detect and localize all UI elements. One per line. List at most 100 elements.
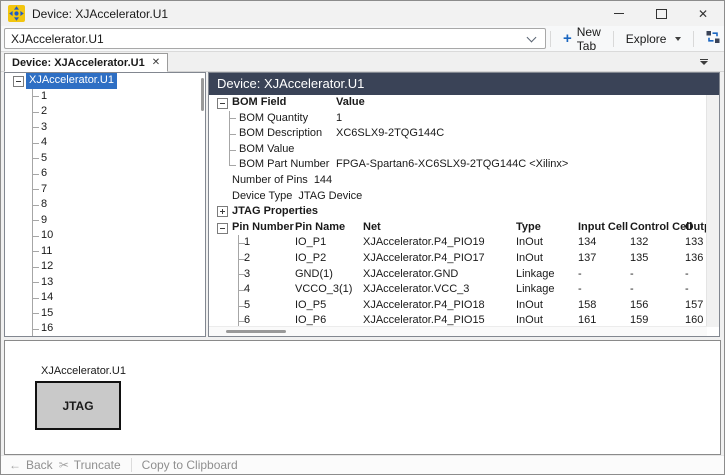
tree-item-pin-3[interactable]: 3 — [5, 119, 205, 136]
address-value: XJAccelerator.U1 — [11, 31, 104, 46]
expander-minus-icon[interactable] — [217, 222, 228, 234]
pin-row[interactable]: 5 IO_P5 XJAccelerator.P4_PIO18 InOut 158 156 1… — [209, 297, 707, 314]
pin-cell: 137 — [578, 251, 597, 264]
bom-row[interactable]: BOM Description XC6SLX9-2TQG144C — [209, 126, 707, 142]
pin-cell: IO_P5 — [295, 298, 327, 311]
status-bar: ← Back ✂ Truncate Copy to Clipboard — [1, 455, 724, 474]
tab-device[interactable]: Device: XJAccelerator.U1 ✕ — [4, 53, 169, 72]
tree-item-label: 10 — [41, 229, 54, 241]
jtag-device-box[interactable]: JTAG — [35, 381, 121, 430]
detail-vertical-scrollbar[interactable] — [706, 95, 719, 327]
back-button[interactable]: ← Back — [9, 458, 53, 472]
tree-item-pin-13[interactable]: 13 — [5, 274, 205, 291]
property-value: 144 — [313, 173, 333, 186]
pin-row[interactable]: 3 GND(1) XJAccelerator.GND Linkage - - - — [209, 266, 707, 283]
detail-horizontal-scrollbar[interactable] — [209, 326, 707, 336]
bom-field-label: BOM Value — [239, 142, 295, 155]
pin-cell: GND(1) — [295, 267, 333, 280]
pin-cell: VCCO_3(1) — [295, 283, 353, 296]
minimize-button[interactable] — [598, 1, 640, 26]
tree-item-pin-11[interactable]: 11 — [5, 243, 205, 260]
pin-cell: 132 — [630, 236, 649, 249]
tree-item-label: 12 — [41, 260, 54, 272]
bom-field-value: FPGA-Spartan6-XC6SLX9-2TQG144C <Xilinx> — [336, 158, 569, 171]
property-row[interactable]: Device Type JTAG Device — [209, 189, 707, 205]
tree-item-pin-14[interactable]: 14 — [5, 290, 205, 306]
toolbar-separator — [693, 30, 695, 47]
tree-item-pin-9[interactable]: 9 — [5, 212, 205, 229]
pin-row[interactable]: 1 IO_P1 XJAccelerator.P4_PIO19 InOut 134 132 1… — [209, 235, 707, 251]
pin-cell: 3 — [244, 267, 251, 280]
tree-item-label: 15 — [41, 306, 54, 319]
close-button[interactable]: ✕ — [682, 1, 724, 26]
tree-branch-icon — [32, 305, 40, 322]
pin-column-header: Type — [516, 220, 541, 233]
tree-item-pin-16[interactable]: 16 — [5, 321, 205, 336]
tree-item-pin-4[interactable]: 4 — [5, 135, 205, 151]
scrollbar-thumb[interactable] — [226, 330, 286, 333]
app-icon — [8, 5, 25, 22]
new-tab-label: New Tab — [576, 24, 601, 53]
chain-icon — [706, 30, 720, 47]
tree-item-pin-2[interactable]: 2 — [5, 104, 205, 120]
address-combobox[interactable]: XJAccelerator.U1 — [4, 28, 546, 49]
window-title: Device: XJAccelerator.U1 — [32, 6, 169, 21]
expander-plus-icon[interactable] — [217, 206, 228, 218]
maximize-button[interactable] — [640, 1, 682, 26]
bom-row[interactable]: BOM Part Number FPGA-Spartan6-XC6SLX9-2TQ… — [209, 157, 707, 173]
tree-item-pin-7[interactable]: 7 — [5, 181, 205, 198]
pin-row[interactable]: 2 IO_P2 XJAccelerator.P4_PIO17 InOut 137 135 1… — [209, 250, 707, 267]
toolbar-separator — [550, 30, 551, 47]
pin-cell: - — [630, 267, 634, 280]
tree-branch-icon — [32, 150, 40, 167]
property-row[interactable]: Number of Pins 144 — [209, 173, 707, 189]
pin-row[interactable]: 4 VCCO_3(1) XJAccelerator.VCC_3 Linkage - - - — [209, 282, 707, 298]
main-area: XJAccelerator.U1 1 2 3 4 5 6 7 8 9 10 11 12 13 14 15 16… — [1, 72, 724, 337]
tab-list-chevron-icon[interactable] — [700, 59, 708, 65]
tree-item-label: 1 — [41, 89, 48, 102]
tree-item-pin-5[interactable]: 5 — [5, 150, 205, 167]
chevron-down-icon[interactable] — [526, 32, 537, 42]
expander-minus-icon[interactable] — [217, 98, 228, 109]
new-tab-button[interactable]: + New Tab — [555, 25, 609, 53]
tree-item-pin-10[interactable]: 10 — [5, 228, 205, 244]
tree-item-pin-8[interactable]: 8 — [5, 197, 205, 213]
chain-button[interactable]: Chain — [698, 28, 725, 49]
pin-column-header: Pin Name — [295, 220, 346, 233]
pin-cell: - — [578, 283, 582, 296]
tree-item-pin-12[interactable]: 12 — [5, 259, 205, 275]
truncate-button[interactable]: ✂ Truncate — [59, 458, 121, 472]
tree-item-label: 4 — [41, 136, 48, 148]
pin-cell: 158 — [578, 298, 597, 311]
tree-item-label: 5 — [41, 151, 48, 164]
tree-item-pin-15[interactable]: 15 — [5, 305, 205, 322]
tree-item-pin-1[interactable]: 1 — [5, 88, 205, 105]
section-row[interactable]: JTAG Properties — [209, 204, 707, 220]
property-label: Device Type — [232, 189, 293, 202]
expander-minus-icon[interactable] — [13, 76, 24, 87]
pin-column-header: Net — [363, 220, 381, 233]
bom-field-label: BOM Description — [239, 127, 323, 140]
pin-cell: 133 — [685, 236, 704, 249]
pin-cell: Linkage — [516, 267, 555, 280]
explore-button[interactable]: Explore — [618, 28, 690, 49]
section-row[interactable]: BOM Field Value — [209, 95, 707, 111]
schematic-panel: XJAccelerator.U1 JTAG — [4, 340, 721, 455]
tree-root-item[interactable]: XJAccelerator.U1 — [5, 73, 205, 89]
tree-scrollbar-thumb[interactable] — [201, 78, 204, 111]
pin-cell: - — [685, 267, 689, 280]
bom-row[interactable]: BOM Value — [209, 141, 707, 158]
bom-field-value: XC6SLX9-2TQG144C — [336, 127, 445, 140]
copy-label: Copy to Clipboard — [141, 458, 238, 472]
pin-column-header: Control Cell — [630, 220, 693, 233]
tree-branch-icon — [32, 166, 40, 182]
pin-cell: 135 — [630, 251, 649, 264]
tab-close-icon[interactable]: ✕ — [152, 57, 160, 68]
copy-to-clipboard-button[interactable]: Copy to Clipboard — [142, 458, 238, 472]
pin-cell: XJAccelerator.P4_PIO17 — [363, 251, 485, 264]
toolbar: XJAccelerator.U1 + New Tab Explore Chain — [1, 25, 725, 53]
section-label: BOM Field — [232, 96, 287, 108]
tree-item-pin-6[interactable]: 6 — [5, 166, 205, 182]
pin-table-header-row[interactable]: Pin Number Pin Name Net Type Input Cell Contr… — [209, 220, 707, 236]
bom-row[interactable]: BOM Quantity 1 — [209, 110, 707, 127]
